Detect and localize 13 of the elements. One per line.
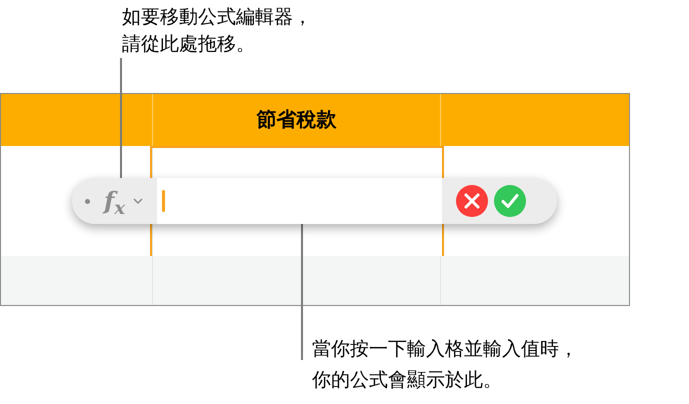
header-cell: 節省稅款 [153,94,441,146]
callout-text: 如要移動公式編輯器， 請從此處拖移。 [122,6,312,57]
formula-input-field[interactable] [157,178,442,224]
confirm-button[interactable] [494,185,526,217]
text-cursor [162,190,166,212]
function-symbol[interactable]: f$_{x}$ [104,189,126,213]
chevron-down-icon[interactable] [133,198,144,204]
drag-handle-icon[interactable] [85,198,90,204]
cancel-button[interactable] [456,185,488,217]
table-cell[interactable] [1,256,153,305]
table-cell[interactable] [153,256,441,305]
callout-text: 當你按一下輸入格並輸入值時， 你的公式會顯示於此。 [312,338,578,393]
table-cell[interactable] [441,256,629,305]
